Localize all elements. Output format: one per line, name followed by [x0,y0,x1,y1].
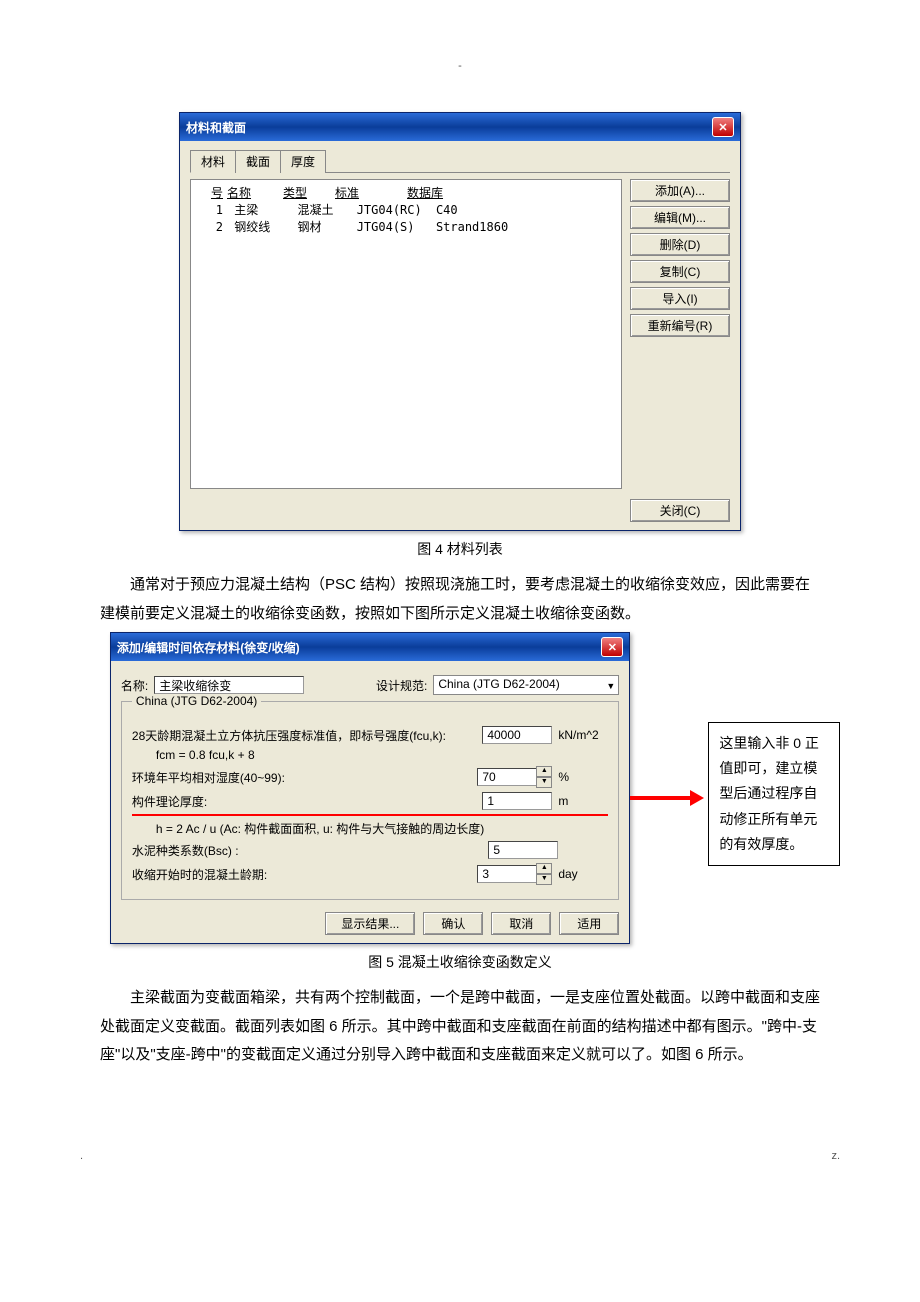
renumber-button[interactable]: 重新编号(R) [630,314,730,337]
tab-row: 材料 截面 厚度 [190,149,730,173]
spin-down-icon[interactable]: ▼ [536,874,552,885]
cancel-button[interactable]: 取消 [491,912,551,935]
thickness-input[interactable] [482,792,552,810]
col-type: 类型 [283,184,335,201]
apply-button[interactable]: 适用 [559,912,619,935]
figure5-caption: 图 5 混凝土收缩徐变函数定义 [40,952,880,972]
cell: 钢材 [297,218,349,235]
age-spinner[interactable]: ▲▼ [477,863,552,885]
thickness-label: 构件理论厚度: [132,793,482,810]
humidity-spinner[interactable]: ▲▼ [477,766,552,788]
bsc-label: 水泥种类系数(Bsc) : [132,842,488,859]
tab-thickness[interactable]: 厚度 [280,150,326,173]
edit-button[interactable]: 编辑(M)... [630,206,730,229]
red-arrow [630,790,704,806]
tab-material[interactable]: 材料 [190,150,236,173]
spin-down-icon[interactable]: ▼ [536,777,552,788]
show-result-button[interactable]: 显示结果... [325,912,415,935]
dialog2-title: 添加/编辑时间依存材料(徐变/收缩) [117,639,300,656]
cell: 1 [195,203,227,217]
material-section-dialog: 材料和截面 ✕ 材料 截面 厚度 号 名称 类型 标准 数据库 1 主梁 混凝土 [179,112,741,531]
close-button[interactable]: 关闭(C) [630,499,730,522]
groupbox-title: China (JTG D62-2004) [132,694,261,708]
cell: Strand1860 [436,220,516,234]
col-db: 数据库 [407,184,487,201]
cell: JTG04(S) [357,220,429,234]
ok-button[interactable]: 确认 [423,912,483,935]
page-footer: . z. [40,1150,880,1162]
h-formula: h = 2 Ac / u (Ac: 构件截面面积, u: 构件与大气接触的周边长… [156,820,484,837]
cell: 2 [195,220,227,234]
spin-up-icon[interactable]: ▲ [536,766,552,777]
figure4-caption: 图 4 材料列表 [40,539,880,559]
page-header: - [40,60,880,72]
cell: C40 [436,203,516,217]
age-label: 收缩开始时的混凝土龄期: [132,866,477,883]
close-icon[interactable]: ✕ [601,637,623,657]
footer-right: z. [831,1150,840,1162]
dialog1-title: 材料和截面 [186,119,246,136]
cell: 混凝土 [297,201,349,218]
dialog1-titlebar[interactable]: 材料和截面 ✕ [180,113,740,141]
paragraph-2: 主梁截面为变截面箱梁，共有两个控制截面，一个是跨中截面，一是支座位置处截面。以跨… [100,984,820,1070]
time-dependent-dialog: 添加/编辑时间依存材料(徐变/收缩) ✕ 名称: 设计规范: China (JT… [110,632,630,944]
annotation-box: 这里输入非 0 正值即可，建立模型后通过程序自动修正所有单元的有效厚度。 [708,722,840,866]
humidity-input[interactable] [477,768,537,786]
humidity-label: 环境年平均相对湿度(40~99): [132,769,477,786]
fcu-label: 28天龄期混凝土立方体抗压强度标准值，即标号强度(fcu,k): [132,727,482,744]
red-underline [132,814,608,816]
fcu-unit: kN/m^2 [552,728,608,742]
list-row[interactable]: 2 钢绞线 钢材 JTG04(S) Strand1860 [195,218,617,235]
thickness-unit: m [552,794,608,808]
age-unit: day [552,867,608,881]
list-header: 号 名称 类型 标准 数据库 [195,184,617,201]
cell: 主梁 [234,201,290,218]
material-list[interactable]: 号 名称 类型 标准 数据库 1 主梁 混凝土 JTG04(RC) C40 2 … [190,179,622,489]
paragraph-1: 通常对于预应力混凝土结构（PSC 结构）按照现浇施工时，要考虑混凝土的收缩徐变效… [100,571,820,628]
tab-section[interactable]: 截面 [235,150,281,173]
delete-button[interactable]: 删除(D) [630,233,730,256]
cell: JTG04(RC) [357,203,429,217]
import-button[interactable]: 导入(I) [630,287,730,310]
name-label: 名称: [121,677,148,694]
col-num: 号 [195,184,227,201]
code-groupbox: China (JTG D62-2004) 28天龄期混凝土立方体抗压强度标准值，… [121,701,619,900]
footer-left: . [80,1150,83,1162]
cell: 钢绞线 [234,218,290,235]
col-name: 名称 [227,184,283,201]
dialog2-titlebar[interactable]: 添加/编辑时间依存材料(徐变/收缩) ✕ [111,633,629,661]
fcm-formula: fcm = 0.8 fcu,k + 8 [156,748,255,762]
age-input[interactable] [477,865,537,883]
button-column: 添加(A)... 编辑(M)... 删除(D) 复制(C) 导入(I) 重新编号… [630,179,730,489]
code-select[interactable]: China (JTG D62-2004) [433,675,619,695]
close-icon[interactable]: ✕ [712,117,734,137]
col-std: 标准 [335,184,407,201]
fcu-input[interactable] [482,726,552,744]
add-button[interactable]: 添加(A)... [630,179,730,202]
code-label: 设计规范: [376,677,427,694]
copy-button[interactable]: 复制(C) [630,260,730,283]
bsc-input[interactable] [488,841,558,859]
name-input[interactable] [154,676,304,694]
list-row[interactable]: 1 主梁 混凝土 JTG04(RC) C40 [195,201,617,218]
humidity-unit: % [552,770,608,784]
spin-up-icon[interactable]: ▲ [536,863,552,874]
